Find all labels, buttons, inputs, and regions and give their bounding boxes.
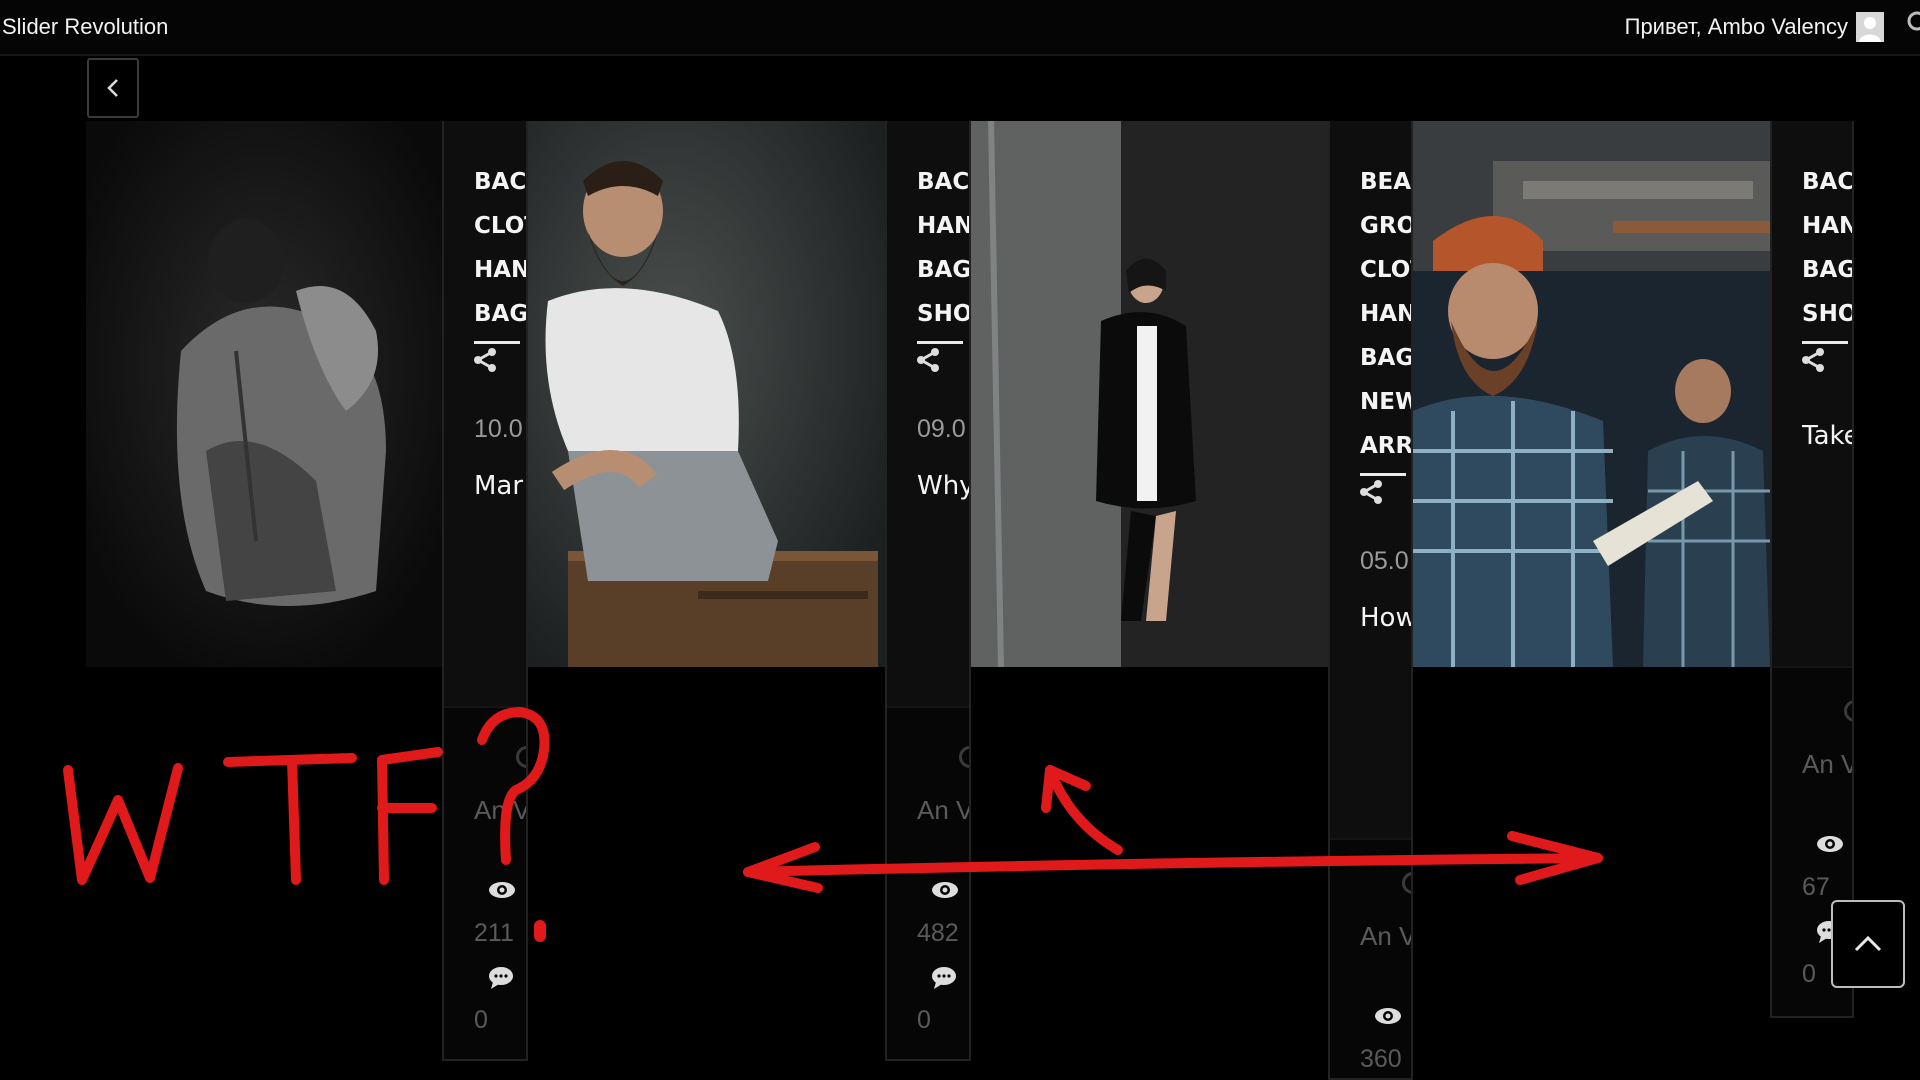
category-link[interactable]: HAN [474,257,526,283]
category-link[interactable]: NEW [1360,389,1411,415]
share-icon[interactable] [1358,479,1384,505]
post-card[interactable]: BACI HAN BAGS SHOI 09.0 Why My lore An V… [885,121,971,1061]
view-count: 360 [1360,1045,1402,1073]
slide-photo-woman-blazer[interactable] [971,121,1328,667]
post-title-link[interactable]: Mar Imag Aliq [474,466,526,558]
category-link[interactable]: BACI [1802,169,1852,195]
chevron-up-icon [1854,935,1882,952]
category-link[interactable]: SHOI [1802,301,1852,327]
post-date: 05.0 [1360,547,1409,575]
user-avatar-icon[interactable] [1856,12,1884,42]
category-link[interactable]: CLOT [1360,257,1411,283]
category-link[interactable]: HAN [1802,213,1852,239]
category-link[interactable]: BAGS [917,257,969,283]
category-divider [1802,341,1848,344]
share-icon[interactable] [1800,347,1826,373]
comment-count: 0 [917,1006,931,1034]
post-author[interactable]: An Vale [1802,742,1852,786]
post-title-link[interactable]: Take The Stre [1802,416,1852,496]
category-link[interactable]: HAN [917,213,969,239]
eye-icon [489,882,515,898]
slide-photo-bearded-man[interactable] [528,121,885,667]
category-link[interactable]: ARRI [1360,433,1411,459]
post-title-link[interactable]: Why My lore [917,466,969,558]
scroll-to-top-button[interactable] [1831,900,1905,988]
site-title-link[interactable]: Slider Revolution [2,14,168,40]
post-card[interactable]: BEAF GRO CLOT HAN BAGS NEW ARRI 05.0 How… [1328,121,1413,1080]
category-link[interactable]: BAGS [1360,345,1411,371]
loader-ring [516,746,526,768]
post-card[interactable]: BACI CLOT HAN BAGS 10.0 Mar Imag Aliq An… [442,121,528,1061]
slide-photo-denim-man[interactable] [86,121,442,667]
post-meta: An Val 211 0 [444,706,526,1059]
eye-icon [932,882,958,898]
user-greeting[interactable]: Привет, Ambo Valency [1625,14,1848,40]
category-link[interactable]: BAGS [1802,257,1852,283]
category-divider [917,341,963,344]
share-icon[interactable] [915,347,941,373]
category-divider [474,341,520,344]
category-link[interactable]: HAN [1360,301,1411,327]
post-card[interactable]: BACI HAN BAGS SHOI Take The Stre An Vale… [1770,121,1854,1018]
search-icon[interactable] [1906,10,1920,36]
category-link[interactable]: BACI [917,169,969,195]
post-date: 10.0 [474,415,523,443]
view-count: 67 [1802,873,1830,901]
eye-icon [1817,836,1843,852]
post-author[interactable]: An Vale [1360,914,1411,958]
category-link[interactable]: GRO [1360,213,1411,239]
loader-ring [1844,700,1852,722]
chevron-left-icon [107,79,118,97]
post-author[interactable]: An Val [474,788,526,832]
post-author[interactable]: An Vale [917,788,969,832]
post-meta: An Vale 360 [1330,838,1411,1078]
share-icon[interactable] [472,347,498,373]
loader-ring [1402,872,1411,894]
comment-count: 0 [1802,960,1816,988]
comment-count: 0 [474,1006,488,1034]
comment-icon[interactable] [931,966,957,990]
slider-prev-button[interactable] [87,58,139,118]
post-date: 09.0 [917,415,966,443]
eye-icon [1375,1008,1401,1024]
category-link[interactable]: BACI [474,169,526,195]
loader-ring [959,746,969,768]
comment-icon[interactable] [488,966,514,990]
category-link[interactable]: BAGS [474,301,526,327]
admin-bar: Slider Revolution Привет, Ambo Valency [0,0,1920,56]
category-link[interactable]: BEAF [1360,169,1411,195]
category-link[interactable]: SHOI [917,301,969,327]
post-meta: An Vale 482 0 [887,706,969,1059]
view-count: 211 [474,919,514,947]
category-divider [1360,473,1406,476]
view-count: 482 [917,919,959,947]
category-link[interactable]: CLOT [474,213,526,239]
post-title-link[interactable]: How To Star [1360,598,1411,690]
slide-photo-mechanics[interactable] [1413,121,1770,667]
